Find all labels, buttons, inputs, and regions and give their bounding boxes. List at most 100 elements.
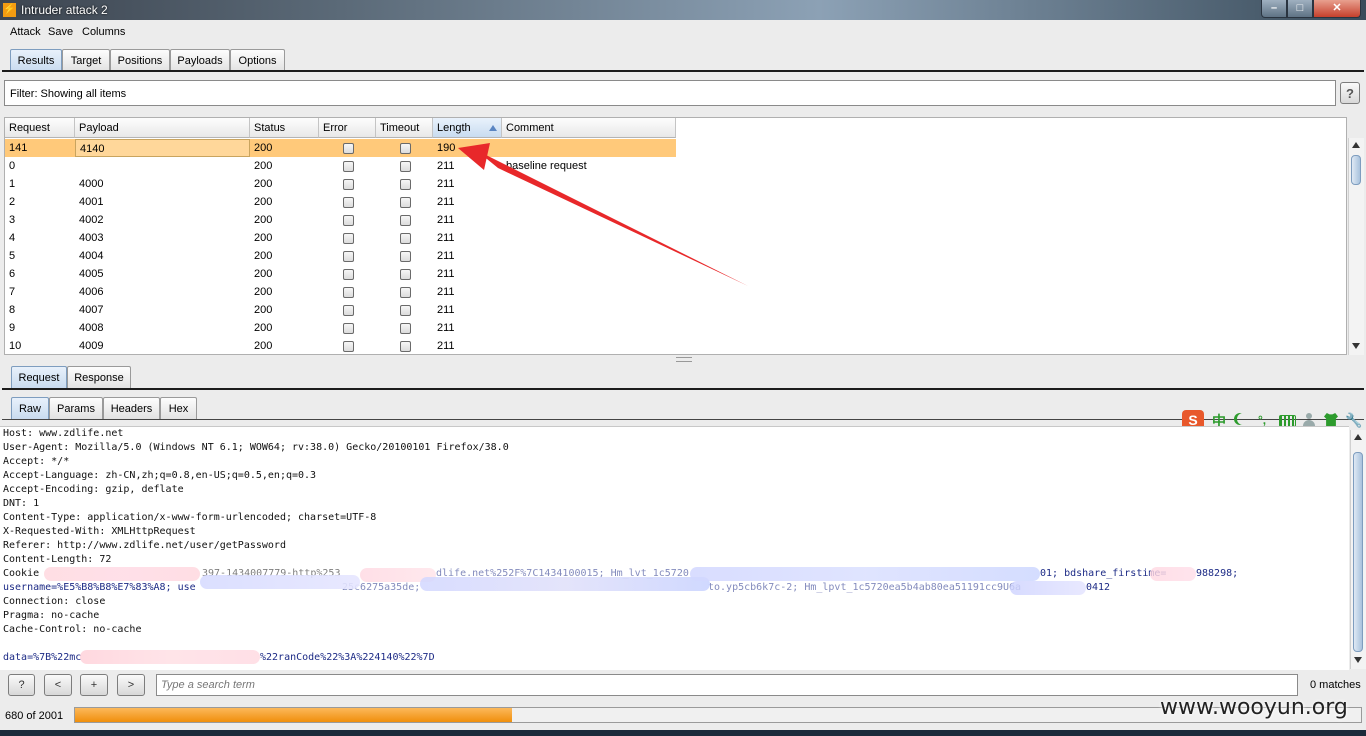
cell-timeout [376,211,433,229]
tab-payloads[interactable]: Payloads [170,49,230,71]
table-row[interactable]: 8 4007 200 211 [5,301,676,319]
tab-raw[interactable]: Raw [11,397,49,419]
checkbox[interactable] [400,269,411,280]
scroll-up-icon[interactable] [1352,142,1360,148]
table-row[interactable]: 5 4004 200 211 [5,247,676,265]
checkbox[interactable] [400,341,411,352]
scroll-down-icon[interactable] [1352,343,1360,349]
col-payload[interactable]: Payload [75,118,250,138]
checkbox[interactable] [400,215,411,226]
checkbox[interactable] [343,143,354,154]
table-row[interactable]: 2 4001 200 211 [5,193,676,211]
cell-length: 211 [437,268,455,280]
tab-headers[interactable]: Headers [103,397,160,419]
tab-hex[interactable]: Hex [160,397,197,419]
col-error[interactable]: Error [319,118,376,138]
tab-options[interactable]: Options [230,49,285,71]
filter-bar[interactable]: Filter: Showing all items [4,80,1336,106]
table-scroll-thumb[interactable] [1351,155,1361,185]
watermark-text: www.wooyun.org [1160,695,1348,720]
checkbox[interactable] [343,323,354,334]
filter-help-button[interactable]: ? [1340,82,1360,104]
scroll-up-icon[interactable] [1354,434,1362,440]
redaction-smudge [420,577,710,591]
checkbox[interactable] [400,233,411,244]
table-row[interactable]: 0 200 211 baseline request [5,157,676,175]
cell-length: 211 [437,160,455,172]
tab-positions[interactable]: Positions [110,49,170,71]
table-row[interactable]: 10 4009 200 211 [5,337,676,354]
checkbox[interactable] [343,161,354,172]
search-input[interactable]: Type a search term [156,674,1298,696]
punctuation-icon[interactable]: °, [1258,413,1266,427]
editor-scrollbar[interactable] [1350,430,1366,669]
editor-scroll-thumb[interactable] [1353,452,1363,652]
search-add-button[interactable]: + [80,674,108,696]
tab-target[interactable]: Target [62,49,110,71]
minimize-button[interactable]: – [1261,0,1287,18]
checkbox[interactable] [343,269,354,280]
cookie-fragment: 0412 [1086,582,1111,593]
scroll-down-icon[interactable] [1354,657,1362,663]
checkbox[interactable] [343,197,354,208]
checkbox[interactable] [343,287,354,298]
table-row-selected[interactable]: 141 4140 200 190 [5,139,676,157]
checkbox[interactable] [343,215,354,226]
search-previous-button[interactable]: < [44,674,72,696]
cell-timeout [376,301,433,319]
checkbox[interactable] [343,251,354,262]
request-editor[interactable]: Host: www.zdlife.net User-Agent: Mozilla… [0,426,1349,670]
menu-save[interactable]: Save [48,26,73,38]
checkbox[interactable] [400,161,411,172]
redaction-smudge [1010,581,1086,595]
col-status[interactable]: Status [250,118,319,138]
checkbox[interactable] [343,305,354,316]
moon-icon[interactable] [1237,413,1249,425]
pane-splitter[interactable] [676,357,692,362]
cell-error [319,337,376,354]
menu-columns[interactable]: Columns [82,26,125,38]
sort-ascending-icon [489,125,497,131]
table-row[interactable]: 7 4006 200 211 [5,283,676,301]
tab-results[interactable]: Results [10,49,62,71]
checkbox[interactable] [400,251,411,262]
tab-request[interactable]: Request [11,366,67,388]
table-row[interactable]: 1 4000 200 211 [5,175,676,193]
tab-params[interactable]: Params [49,397,103,419]
table-row[interactable]: 9 4008 200 211 [5,319,676,337]
table-row[interactable]: 6 4005 200 211 [5,265,676,283]
checkbox[interactable] [400,323,411,334]
cell-comment [502,247,676,265]
body-data-start: data=%7B%22mc [3,652,82,663]
close-button[interactable]: ✕ [1313,0,1361,18]
cell-payload: 4000 [79,178,104,190]
checkbox[interactable] [400,143,411,154]
col-timeout[interactable]: Timeout [376,118,433,138]
table-scrollbar[interactable] [1348,138,1364,355]
col-request[interactable]: Request [5,118,75,138]
menu-attack[interactable]: Attack [10,26,41,38]
search-help-button[interactable]: ? [8,674,35,696]
tab-response[interactable]: Response [67,366,131,388]
header-line: Content-Type: application/x-www-form-url… [3,512,377,523]
checkbox[interactable] [343,341,354,352]
cell-status: 200 [254,160,273,172]
checkbox[interactable] [343,233,354,244]
col-comment[interactable]: Comment [502,118,676,138]
cell-timeout [376,247,433,265]
col-length[interactable]: Length [433,118,502,138]
maximize-button[interactable]: □ [1287,0,1313,18]
checkbox[interactable] [400,179,411,190]
checkbox[interactable] [343,179,354,190]
table-row[interactable]: 4 4003 200 211 [5,229,676,247]
table-row[interactable]: 3 4002 200 211 [5,211,676,229]
user-icon[interactable] [1303,413,1315,427]
cell-error [319,211,376,229]
search-next-button[interactable]: > [117,674,145,696]
checkbox[interactable] [400,305,411,316]
header-line: Accept-Encoding: gzip, deflate [3,484,184,495]
checkbox[interactable] [400,287,411,298]
cell-length: 211 [437,286,455,298]
skin-shirt-icon[interactable] [1324,413,1338,427]
checkbox[interactable] [400,197,411,208]
